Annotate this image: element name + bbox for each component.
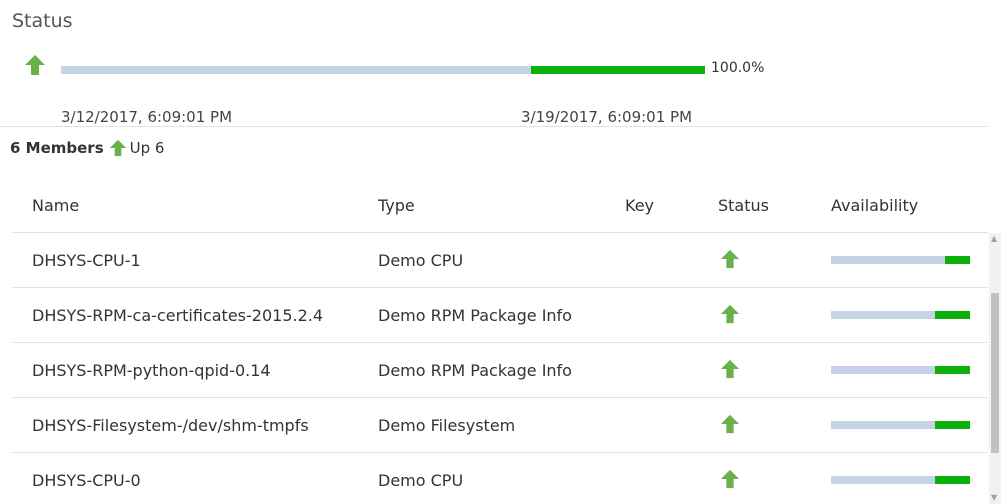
- table-row[interactable]: DHSYS-RPM-python-qpid-0.14 Demo RPM Pack…: [12, 343, 988, 398]
- column-header-availability[interactable]: Availability: [831, 196, 918, 215]
- member-name[interactable]: DHSYS-CPU-1: [32, 251, 141, 270]
- member-name[interactable]: DHSYS-Filesystem-/dev/shm-tmpfs: [32, 416, 309, 435]
- table-scrollbar[interactable]: ▲ ▼: [989, 233, 1001, 504]
- table-row[interactable]: DHSYS-RPM-ca-certificates-2015.2.4 Demo …: [12, 288, 988, 343]
- arrow-up-icon: [720, 249, 740, 269]
- availability-bar-fill: [935, 476, 970, 484]
- availability-bar: [831, 256, 970, 264]
- timeline-end-date: 3/19/2017, 6:09:01 PM: [521, 108, 693, 126]
- arrow-up-icon: [109, 139, 127, 157]
- table-row[interactable]: DHSYS-CPU-1 Demo CPU: [12, 233, 988, 288]
- arrow-up-icon: [720, 414, 740, 434]
- section-divider: [0, 126, 988, 127]
- availability-bar: [831, 476, 970, 484]
- member-name[interactable]: DHSYS-CPU-0: [32, 471, 141, 490]
- status-page: Status 100.0% 3/12/2017, 6:09:01 PM 3/19…: [0, 0, 1001, 504]
- column-header-name[interactable]: Name: [32, 196, 79, 215]
- availability-bar: [831, 366, 970, 374]
- availability-timeline-fill: [531, 66, 705, 74]
- member-type: Demo RPM Package Info: [378, 306, 572, 325]
- column-header-status[interactable]: Status: [718, 196, 769, 215]
- timeline-start-date: 3/12/2017, 6:09:01 PM: [61, 108, 233, 126]
- member-type: Demo CPU: [378, 251, 464, 270]
- arrow-up-icon: [720, 469, 740, 489]
- scroll-up-icon[interactable]: ▲: [991, 235, 997, 243]
- availability-bar: [831, 421, 970, 429]
- members-table-body: DHSYS-CPU-1 Demo CPU DHSYS-RPM-ca-certif…: [12, 233, 988, 504]
- column-header-type[interactable]: Type: [378, 196, 415, 215]
- members-up-count: Up 6: [129, 139, 165, 157]
- availability-bar: [831, 311, 970, 319]
- status-title: Status: [12, 10, 73, 32]
- availability-bar-fill: [944, 256, 970, 264]
- member-type: Demo RPM Package Info: [378, 361, 572, 380]
- members-table-header: Name Type Key Status Availability: [12, 180, 988, 233]
- member-name[interactable]: DHSYS-RPM-python-qpid-0.14: [32, 361, 271, 380]
- member-type: Demo CPU: [378, 471, 464, 490]
- members-summary: 6 Members Up 6: [10, 139, 164, 157]
- availability-timeline-bar: [61, 66, 705, 74]
- availability-bar-fill: [935, 311, 970, 319]
- member-type: Demo Filesystem: [378, 416, 516, 435]
- scroll-down-icon[interactable]: ▼: [991, 494, 997, 502]
- arrow-up-icon: [24, 54, 46, 76]
- member-name[interactable]: DHSYS-RPM-ca-certificates-2015.2.4: [32, 306, 323, 325]
- members-count: 6 Members: [10, 139, 104, 157]
- availability-percentage: 100.0%: [711, 60, 765, 76]
- availability-bar-fill: [935, 366, 970, 374]
- column-header-key[interactable]: Key: [625, 196, 654, 215]
- arrow-up-icon: [720, 359, 740, 379]
- scrollbar-thumb[interactable]: [991, 293, 999, 453]
- arrow-up-icon: [720, 304, 740, 324]
- table-row[interactable]: DHSYS-CPU-0 Demo CPU: [12, 453, 988, 504]
- table-row[interactable]: DHSYS-Filesystem-/dev/shm-tmpfs Demo Fil…: [12, 398, 988, 453]
- availability-bar-fill: [935, 421, 970, 429]
